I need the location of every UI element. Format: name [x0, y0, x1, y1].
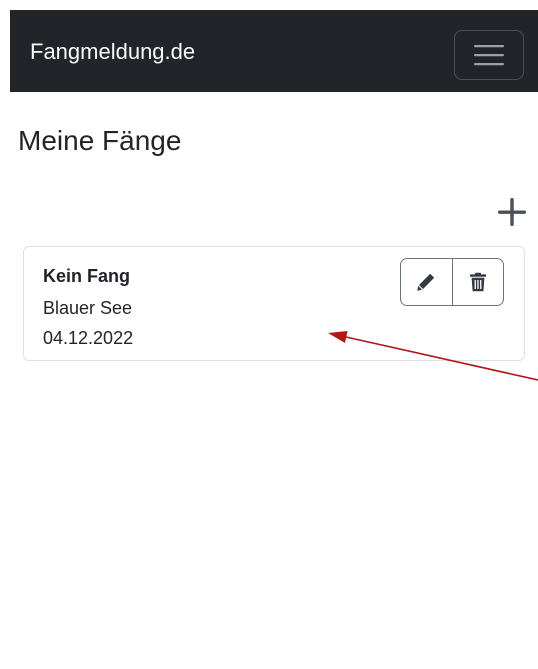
plus-icon [498, 198, 526, 226]
catch-title: Kein Fang [43, 266, 131, 286]
edit-catch-button[interactable] [401, 259, 452, 305]
catch-actions [400, 258, 504, 306]
navbar-toggle-button[interactable] [454, 30, 524, 80]
screen: Fangmeldung.de Meine Fänge Kein Fang Bla… [0, 0, 538, 669]
navbar: Fangmeldung.de [10, 10, 538, 92]
pencil-icon [417, 273, 435, 291]
catch-card: Kein Fang Blauer See 04.12.2022 [23, 246, 525, 361]
brand-link[interactable]: Fangmeldung.de [30, 39, 195, 65]
catch-date: 04.12.2022 [43, 328, 134, 348]
delete-catch-button[interactable] [451, 259, 504, 305]
trash-icon [469, 272, 486, 292]
add-catch-button[interactable] [492, 192, 532, 232]
hamburger-menu-icon [474, 45, 504, 66]
page-title: Meine Fänge [18, 125, 182, 156]
catch-lake: Blauer See [43, 298, 133, 318]
